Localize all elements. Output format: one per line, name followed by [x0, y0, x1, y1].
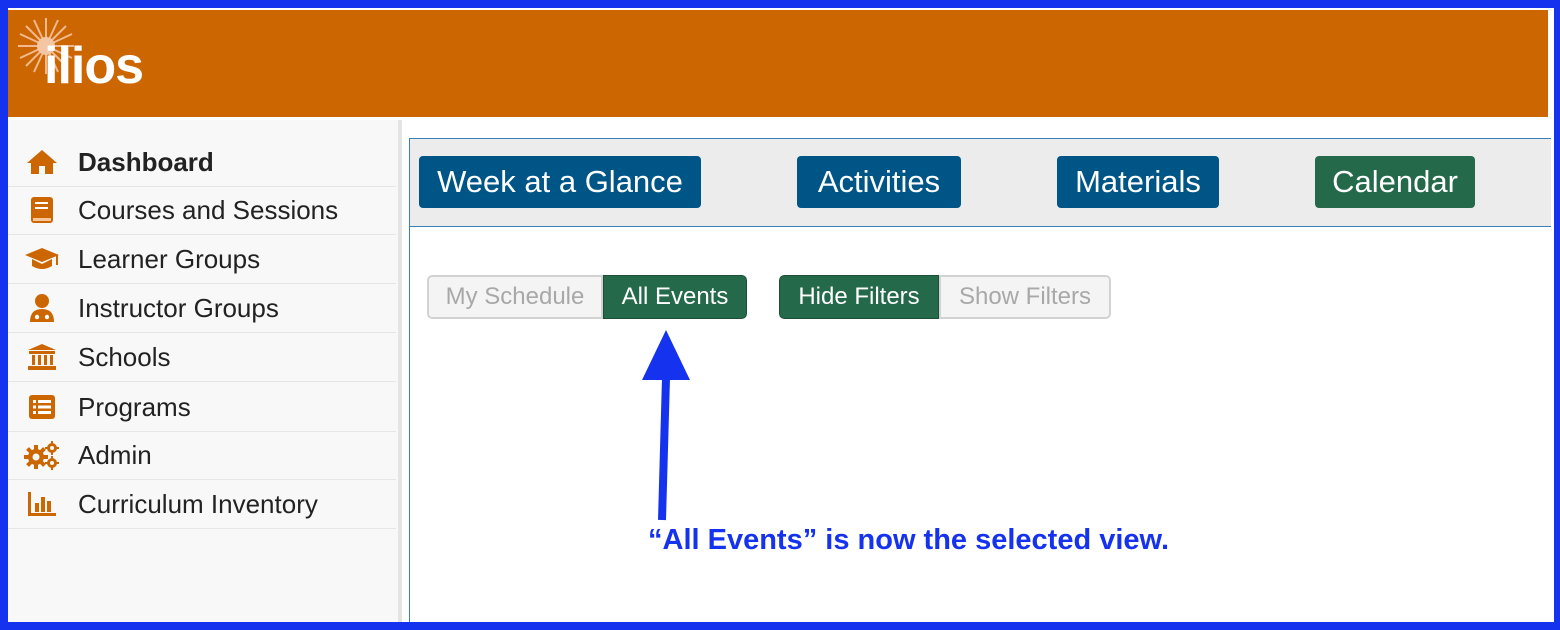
sidebar-item-label: Learner Groups [78, 243, 261, 274]
sidebar-item-label: Programs [78, 391, 191, 422]
tab-calendar[interactable]: Calendar [1315, 156, 1475, 208]
sidebar-item-learner-groups[interactable]: Learner Groups [8, 235, 396, 284]
annotation-caption: “All Events” is now the selected view. [648, 524, 1170, 556]
all-events-button[interactable]: All Events [603, 275, 747, 319]
tab-materials[interactable]: Materials [1057, 156, 1219, 208]
home-icon [24, 147, 60, 177]
schedule-toggle: My Schedule All Events [427, 275, 747, 319]
book-icon [24, 195, 60, 225]
sidebar-item-curriculum-inventory[interactable]: Curriculum Inventory [8, 480, 396, 529]
filter-toggle: Hide Filters Show Filters [779, 275, 1111, 319]
annotation-arrow [642, 330, 690, 521]
sidebar-item-label: Curriculum Inventory [78, 488, 318, 519]
sidebar-item-admin[interactable]: Admin [8, 431, 396, 480]
tab-activities[interactable]: Activities [797, 156, 961, 208]
cogs-icon [24, 440, 60, 470]
graduation-cap-icon [24, 244, 60, 274]
sidebar-item-programs[interactable]: Programs [8, 383, 396, 432]
sidebar-item-dashboard[interactable]: Dashboard [8, 138, 396, 187]
sidebar-item-schools[interactable]: Schools [8, 333, 396, 382]
dashboard-view-tabs: Week at a Glance Activities Materials Ca… [410, 139, 1551, 227]
bar-chart-icon [24, 489, 60, 519]
instructor-icon [24, 293, 60, 323]
list-icon [24, 392, 60, 422]
hide-filters-button[interactable]: Hide Filters [779, 275, 939, 319]
sidebar-nav: Dashboard Courses and Sessions Learner G… [8, 120, 402, 625]
app-logo[interactable]: ilios [44, 40, 144, 92]
sidebar-item-label: Dashboard [78, 146, 214, 177]
sidebar-item-label: Schools [78, 341, 171, 372]
sidebar-item-courses[interactable]: Courses and Sessions [8, 186, 396, 235]
sidebar-item-label: Admin [78, 439, 152, 470]
sidebar-item-label: Courses and Sessions [78, 194, 339, 225]
my-schedule-button[interactable]: My Schedule [427, 275, 603, 319]
sidebar-item-instructor-groups[interactable]: Instructor Groups [8, 284, 396, 333]
institution-icon [24, 342, 60, 372]
top-navigation-bar: ilios [8, 10, 1548, 117]
show-filters-button[interactable]: Show Filters [939, 275, 1111, 319]
tab-week-at-a-glance[interactable]: Week at a Glance [419, 156, 701, 208]
sidebar-item-label: Instructor Groups [78, 292, 279, 323]
